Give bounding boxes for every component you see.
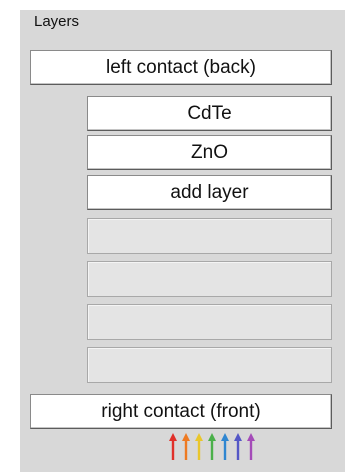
arrow-head xyxy=(234,433,242,441)
arrow-head xyxy=(169,433,177,441)
empty-layer-slot[interactable] xyxy=(87,347,332,383)
right-contact-button[interactable]: right contact (front) xyxy=(30,394,332,429)
arrow-head xyxy=(195,433,203,441)
empty-layer-slot[interactable] xyxy=(87,218,332,254)
empty-layer-slot[interactable] xyxy=(87,261,332,297)
arrow-head xyxy=(182,433,190,441)
arrow-head xyxy=(208,433,216,441)
rainbow-light-arrows-icon xyxy=(169,433,255,460)
left-contact-button[interactable]: left contact (back) xyxy=(30,50,332,85)
layer-button-zno[interactable]: ZnO xyxy=(87,135,332,170)
layer-button-cdte[interactable]: CdTe xyxy=(87,96,332,131)
arrow-head xyxy=(247,433,255,441)
arrow-head xyxy=(221,433,229,441)
add-layer-button[interactable]: add layer xyxy=(87,175,332,210)
panel-title: Layers xyxy=(34,13,80,30)
empty-layer-slot[interactable] xyxy=(87,304,332,340)
